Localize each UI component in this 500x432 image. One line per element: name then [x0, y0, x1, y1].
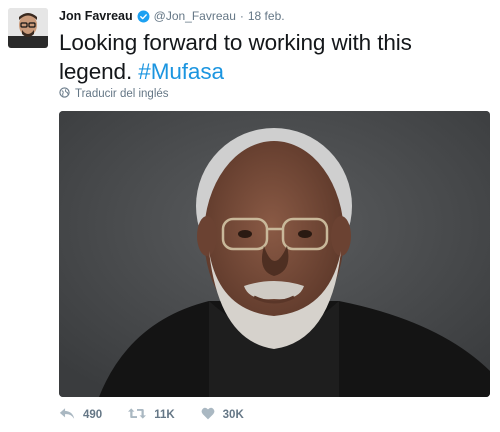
avatar[interactable]	[8, 8, 48, 48]
tweet-header: Jon Favreau @Jon_Favreau · 18 feb.	[59, 7, 285, 25]
retweet-button[interactable]: 11K	[128, 407, 175, 423]
author-handle[interactable]: @Jon_Favreau	[154, 9, 236, 23]
tweet-text: Looking forward to working with this leg…	[59, 28, 489, 86]
like-count: 30K	[222, 409, 244, 421]
reply-button[interactable]: 490	[59, 407, 102, 423]
verified-badge-icon	[137, 10, 150, 23]
retweet-count: 11K	[154, 409, 175, 421]
reply-count: 490	[83, 409, 103, 421]
hashtag-link[interactable]: #Mufasa	[138, 59, 224, 84]
tweet-date[interactable]: 18 feb.	[248, 9, 285, 23]
tweet-photo[interactable]	[59, 111, 490, 397]
tweet-actions: 490 11K 30K	[59, 405, 270, 425]
globe-icon	[59, 87, 75, 101]
translate-link[interactable]: Traducir del inglés	[59, 86, 169, 102]
reply-icon	[59, 407, 83, 423]
heart-icon	[201, 407, 223, 423]
meta-separator: ·	[239, 9, 244, 23]
like-button[interactable]: 30K	[201, 407, 244, 423]
tweet-text-main: Looking forward to working with this leg…	[59, 30, 412, 84]
translate-label: Traducir del inglés	[75, 88, 169, 100]
retweet-icon	[128, 407, 154, 423]
author-name[interactable]: Jon Favreau	[59, 9, 133, 23]
